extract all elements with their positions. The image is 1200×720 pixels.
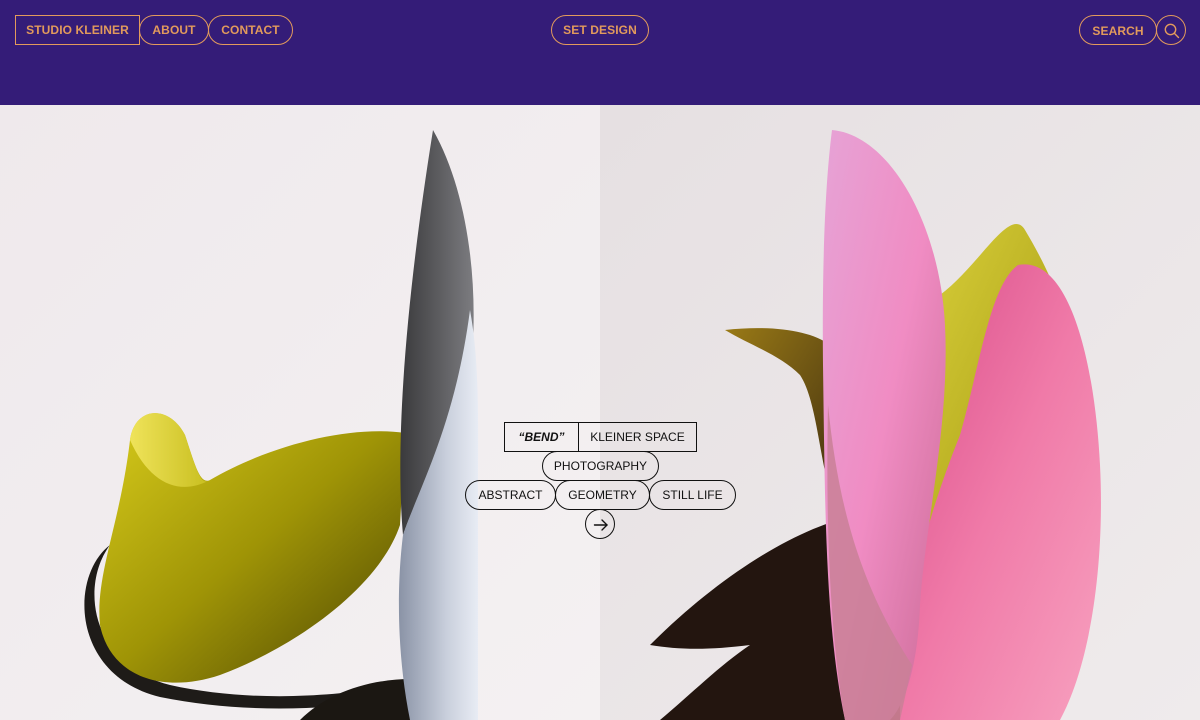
tag-geometry[interactable]: GEOMETRY — [555, 480, 650, 510]
arrow-right-icon[interactable] — [585, 509, 615, 539]
contact-link[interactable]: CONTACT — [208, 15, 293, 45]
project-image-right[interactable] — [600, 105, 1200, 720]
tag-photography[interactable]: PHOTOGRAPHY — [542, 451, 659, 481]
studio-kleiner-home-link[interactable]: STUDIO KLEINER — [15, 15, 140, 45]
search-icon[interactable] — [1156, 15, 1186, 45]
search-button[interactable]: SEARCH — [1079, 15, 1157, 45]
top-navigation: STUDIO KLEINER ABOUT CONTACT SET DESIGN … — [0, 0, 1200, 105]
project-hero: “BEND” KLEINER SPACE PHOTOGRAPHY ABSTRAC… — [0, 105, 1200, 720]
set-design-category-link[interactable]: SET DESIGN — [551, 15, 649, 45]
project-image-left[interactable] — [0, 105, 600, 720]
about-link[interactable]: ABOUT — [139, 15, 209, 45]
project-title: “BEND” — [504, 422, 579, 452]
tag-abstract[interactable]: ABSTRACT — [465, 480, 556, 510]
tag-still-life[interactable]: STILL LIFE — [649, 480, 736, 510]
client-link[interactable]: KLEINER SPACE — [578, 422, 697, 452]
